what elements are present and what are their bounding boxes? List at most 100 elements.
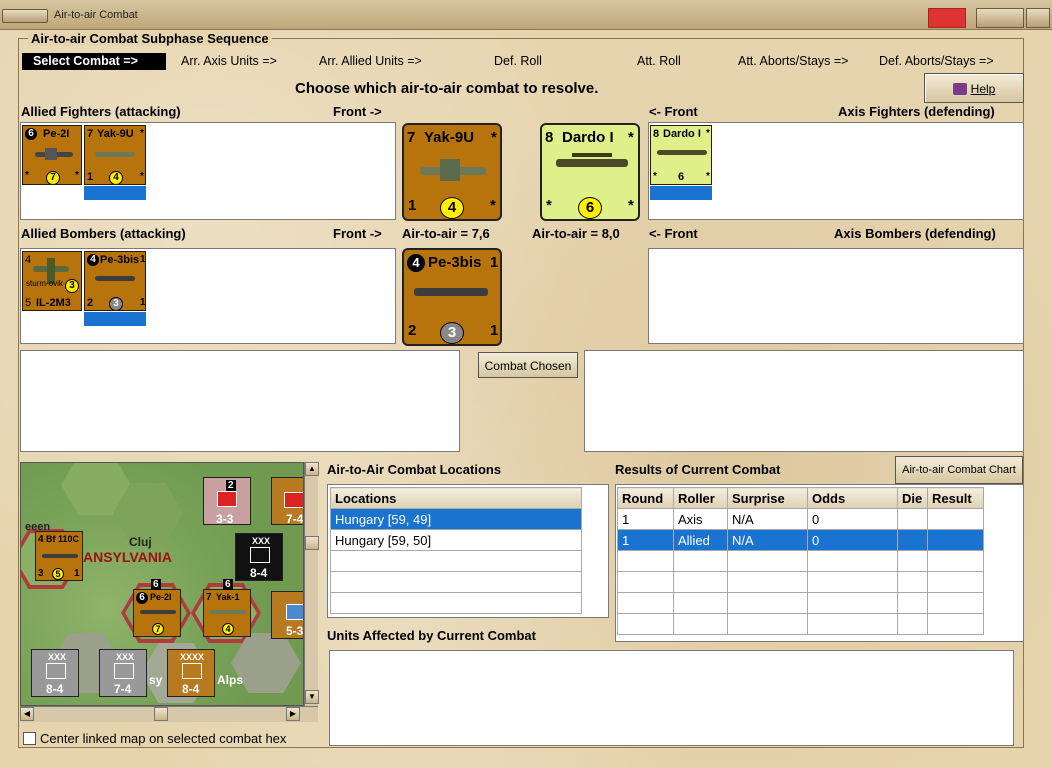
results-column-header[interactable]: Roller <box>673 487 728 509</box>
unit-name: Yak-9U <box>424 129 475 146</box>
results-table[interactable]: Round Roller Surprise Odds Die Result 1 Axis N/… <box>615 484 1024 642</box>
map-counter-inf-74b[interactable]: XXX 7-4 <box>99 649 147 697</box>
map-counter-bf110[interactable]: 4 Bf 110C 3 5 1 <box>35 531 83 581</box>
map-vertical-scrollbar[interactable]: ▲ ▼ <box>304 462 319 706</box>
counter-top-right-value: * <box>628 129 634 146</box>
stack-marker: 4 <box>407 254 425 272</box>
location-row[interactable] <box>330 571 582 593</box>
active-allied-fighter-yak9u: 7 Yak-9U * 1 4 * <box>402 123 502 221</box>
counter-bottom-value: 7 <box>46 171 60 184</box>
results-cell <box>617 592 674 614</box>
infantry-icon <box>217 491 237 507</box>
scroll-thumb[interactable] <box>154 707 168 721</box>
scroll-down-icon[interactable]: ▼ <box>305 690 319 704</box>
results-column-header[interactable]: Die <box>897 487 928 509</box>
counter-top-right-value: 1 <box>140 254 146 265</box>
center-map-checkbox[interactable] <box>23 732 36 745</box>
map-counter-inf-74[interactable]: 7-4 <box>271 477 303 526</box>
minimize-button[interactable] <box>928 8 966 28</box>
location-cell[interactable]: Hungary [59, 50] <box>330 529 582 551</box>
unit-counter-il2m3[interactable]: 4 sturm-ovik 3 5 IL-2M3 <box>22 251 82 311</box>
results-column-header[interactable]: Round <box>617 487 674 509</box>
title-bar: Air-to-air Combat <box>0 0 1052 30</box>
allied-info-panel <box>20 350 460 452</box>
results-column-header[interactable]: Surprise <box>727 487 808 509</box>
results-row[interactable]: 1 Allied N/A 0 <box>617 529 984 551</box>
map-counter-inf-53[interactable]: 5-3 <box>271 591 303 639</box>
instruction-text: Choose which air-to-air combat to resolv… <box>295 80 599 97</box>
scroll-thumb[interactable] <box>305 536 319 550</box>
location-row[interactable]: Hungary [59, 50] <box>330 529 582 551</box>
map-counter-inf-84[interactable]: XXX 8-4 <box>235 533 283 581</box>
results-cell <box>617 613 674 635</box>
plane-icon <box>414 288 488 296</box>
results-column-header[interactable]: Result <box>927 487 984 509</box>
results-row[interactable] <box>617 613 984 635</box>
map-counter-pe2i[interactable]: 6 Pe-2I 7 <box>133 589 181 637</box>
infantry-icon <box>182 663 202 679</box>
unit-counter-yak9u[interactable]: 7 Yak-9U * 1 4 * <box>84 125 146 185</box>
counter-left-value: 2 <box>87 297 94 309</box>
location-cell[interactable] <box>330 550 582 572</box>
active-axis-fighter-dardo: 8 Dardo I * * 6 * <box>540 123 640 221</box>
results-column-header[interactable]: Odds <box>807 487 898 509</box>
results-row[interactable]: 1 Axis N/A 0 <box>617 508 984 530</box>
unit-counter-pe3bis[interactable]: 4 Pe-3bis 1 2 3 1 <box>84 251 146 311</box>
map-label-region: ANSYLVANIA <box>83 549 172 565</box>
counter-top-left-value: 8 <box>653 128 660 140</box>
results-row[interactable] <box>617 592 984 614</box>
plane-icon <box>140 610 176 614</box>
location-cell[interactable] <box>330 592 582 614</box>
counter-right-value: * <box>75 170 79 181</box>
unit-counter-dardo[interactable]: 8 Dardo I * * 6 * <box>650 125 712 185</box>
close-button[interactable] <box>1026 8 1050 28</box>
counter-bottom-value: 5 <box>52 568 64 580</box>
sequence-step-select-combat: Select Combat => <box>22 53 166 70</box>
map-horizontal-scrollbar[interactable]: ◀ ▶ <box>20 706 318 722</box>
counter-right-value: 1 <box>140 297 146 308</box>
map-counter-inf-84c[interactable]: XXXX 8-4 <box>167 649 215 697</box>
help-button[interactable]: Help <box>924 73 1024 103</box>
system-menu-button[interactable] <box>2 9 48 23</box>
results-cell <box>727 550 808 572</box>
scroll-right-icon[interactable]: ▶ <box>286 707 300 721</box>
map-counter-yak[interactable]: 7 Yak-1 4 <box>203 589 251 637</box>
results-cell <box>673 613 728 635</box>
results-cell: Allied <box>673 529 728 551</box>
allied-air-to-air-value: Air-to-air = 7,6 <box>402 226 490 241</box>
linked-map[interactable]: Cluj ANSYLVANIA Alps sy eeen 4 Bf 110C 3… <box>20 462 304 706</box>
sequence-step-att-roll: Att. Roll <box>637 54 681 68</box>
scroll-left-icon[interactable]: ◀ <box>20 707 34 721</box>
locations-list[interactable]: Locations Hungary [59, 49] Hungary [59, 5… <box>327 484 609 618</box>
map-counter-inf-84b[interactable]: XXX 8-4 <box>31 649 79 697</box>
results-cell <box>673 550 728 572</box>
counter-top-value: XXX <box>48 652 67 662</box>
counter-bottom-value: 3 <box>109 297 123 310</box>
results-cell <box>927 508 984 530</box>
results-row[interactable] <box>617 571 984 593</box>
counter-bottom-value: 7 <box>152 623 164 635</box>
counter-bottom-value: 6 <box>578 197 602 219</box>
unit-counter-pe2i[interactable]: 6 Pe-2I * 7 * <box>22 125 82 185</box>
axis-bombers-panel[interactable] <box>648 248 1024 344</box>
results-row[interactable] <box>617 550 984 572</box>
air-to-air-combat-chart-button[interactable]: Air-to-air Combat Chart <box>895 456 1023 484</box>
combat-chosen-button[interactable]: Combat Chosen <box>478 352 578 378</box>
maximize-button[interactable] <box>976 8 1024 28</box>
location-row[interactable] <box>330 592 582 614</box>
counter-left-value: 2 <box>408 322 417 339</box>
plane-wing <box>572 153 612 157</box>
unit-name: Dardo I <box>562 129 614 146</box>
locations-column-header[interactable]: Locations <box>330 487 582 509</box>
location-row[interactable]: Hungary [59, 49] <box>330 508 582 530</box>
location-cell[interactable]: Hungary [59, 49] <box>330 508 582 530</box>
results-cell <box>617 571 674 593</box>
sequence-step-att-aborts: Att. Aborts/Stays => <box>738 54 849 68</box>
results-cell <box>897 529 928 551</box>
map-label-cluj: Cluj <box>129 535 152 549</box>
location-cell[interactable] <box>330 571 582 593</box>
scroll-up-icon[interactable]: ▲ <box>305 462 319 476</box>
location-row[interactable] <box>330 550 582 572</box>
map-counter-inf-33[interactable]: 2 3-3 <box>203 477 251 526</box>
plane-icon <box>95 152 135 157</box>
